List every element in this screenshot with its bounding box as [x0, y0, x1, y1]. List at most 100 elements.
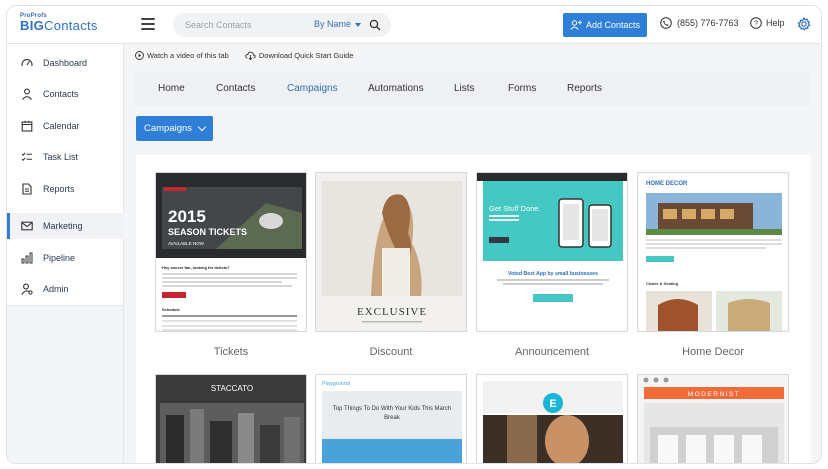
- sidebar-item-pipeline[interactable]: Pipeline: [7, 245, 124, 271]
- gear-icon[interactable]: [797, 17, 811, 31]
- templates-panel: 2015 SEASON TICKETS AVAILABLE NOW Hey so…: [136, 155, 811, 463]
- template-label: Tickets: [213, 346, 249, 358]
- template-label: Discount: [369, 346, 413, 358]
- playground-preview: Playground Top Things To Do With Your Ki…: [316, 375, 466, 463]
- campaigns-dropdown-button[interactable]: Campaigns: [136, 116, 213, 141]
- sidebar-item-dashboard[interactable]: Dashboard: [7, 50, 124, 76]
- staccato-preview: STACCATO: [156, 375, 306, 463]
- sidebar-item-admin[interactable]: Admin: [7, 276, 124, 302]
- logo-big-thin: Contacts: [44, 18, 98, 33]
- tab-home[interactable]: Home: [158, 83, 185, 94]
- sidebar-item-label: Admin: [43, 284, 69, 294]
- help-links: Watch a video of this tab Download Quick…: [135, 51, 354, 60]
- sidebar-item-label: Calendar: [43, 121, 80, 131]
- logo-big-bold: BIG: [20, 18, 45, 33]
- tickets-body-title: Hey soccer fan, looking for tickets?: [162, 265, 230, 270]
- search-mode-dropdown[interactable]: By Name: [314, 19, 362, 29]
- download-guide-label: Download Quick Start Guide: [258, 51, 354, 60]
- sidebar-item-label: Marketing: [43, 221, 83, 231]
- help-label: Help: [766, 18, 785, 28]
- search-bar: By Name: [173, 13, 391, 37]
- template-card-discount[interactable]: EXCLUSIVE: [315, 172, 467, 332]
- sidebar-item-label: Task List: [43, 152, 79, 162]
- sidebar-item-label: Pipeline: [43, 253, 76, 263]
- sidebar-item-label: Contacts: [43, 89, 79, 99]
- help-link[interactable]: ? Help: [750, 17, 785, 29]
- discount-preview: EXCLUSIVE: [316, 173, 466, 331]
- tickets-headline: 2015: [168, 207, 206, 226]
- chevron-down-icon: [197, 122, 207, 132]
- sidebar-item-label: Dashboard: [43, 58, 88, 68]
- marketing-tabs: Home Contacts Campaigns Automations List…: [135, 72, 810, 106]
- search-mode-label: By Name: [314, 19, 352, 29]
- announcement-preview: Get Stuff Done. Voted Best App by small …: [477, 173, 627, 331]
- discount-headline: EXCLUSIVE: [357, 306, 427, 318]
- add-contacts-button[interactable]: Add Contacts: [563, 13, 647, 37]
- campaigns-button-label: Campaigns: [143, 123, 193, 134]
- person-icon: [22, 88, 32, 100]
- search-icon[interactable]: [369, 19, 381, 31]
- modernist-headline: MODERNIST: [688, 391, 741, 398]
- sidebar-item-task-list[interactable]: Task List: [7, 144, 124, 170]
- watch-video-label: Watch a video of this tab: [147, 51, 229, 60]
- app-window: ProProfs BIGContacts By Name Add Contact…: [6, 5, 822, 464]
- envelope-icon: [21, 221, 33, 231]
- template-card-e[interactable]: E: [476, 374, 628, 463]
- download-guide-link[interactable]: Download Quick Start Guide: [245, 51, 354, 60]
- template-card-tickets[interactable]: 2015 SEASON TICKETS AVAILABLE NOW Hey so…: [155, 172, 307, 332]
- phone-icon: [660, 17, 672, 29]
- staccato-headline: STACCATO: [211, 384, 253, 393]
- gauge-icon: [21, 59, 33, 67]
- tab-campaigns[interactable]: Campaigns: [287, 83, 338, 94]
- caret-down-icon: [355, 22, 362, 27]
- sidebar-item-marketing[interactable]: Marketing: [7, 213, 124, 239]
- bar-chart-icon: [21, 252, 33, 264]
- template-label: Home Decor: [682, 346, 744, 358]
- tickets-section: Schedule: [162, 307, 181, 312]
- add-user-icon: [570, 20, 582, 30]
- sidebar: Dashboard Contacts Calendar Task List Re…: [7, 44, 124, 306]
- tab-forms[interactable]: Forms: [508, 83, 536, 94]
- playground-body-title: Top Things To Do With Your Kids This Mar…: [332, 406, 452, 421]
- template-card-playground[interactable]: Playground Top Things To Do With Your Ki…: [315, 374, 467, 463]
- top-bar: ProProfs BIGContacts By Name Add Contact…: [7, 6, 821, 44]
- announcement-body-title: Voted Best App by small businesses: [508, 271, 598, 277]
- help-icon: ?: [750, 17, 762, 29]
- logo[interactable]: ProProfs BIGContacts: [20, 13, 98, 32]
- svg-text:?: ?: [754, 19, 758, 28]
- user-gear-icon: [21, 283, 33, 295]
- cloud-download-icon: [245, 51, 256, 60]
- tab-lists[interactable]: Lists: [454, 83, 475, 94]
- sidebar-item-reports[interactable]: Reports: [7, 176, 124, 202]
- tab-contacts[interactable]: Contacts: [216, 83, 255, 94]
- template-card-modernist[interactable]: MODERNIST: [637, 374, 789, 463]
- tickets-preview: 2015 SEASON TICKETS AVAILABLE NOW Hey so…: [156, 173, 306, 331]
- phone-number: (855) 776-7763: [677, 18, 739, 28]
- tickets-sub: SEASON TICKETS: [168, 227, 247, 237]
- template-card-announcement[interactable]: Get Stuff Done. Voted Best App by small …: [476, 172, 628, 332]
- sidebar-empty-area: [7, 306, 124, 463]
- search-input[interactable]: [185, 18, 305, 32]
- home-decor-section: Chairs & Seating: [646, 281, 679, 286]
- add-contacts-label: Add Contacts: [585, 20, 641, 30]
- home-decor-preview: HOME DECOR Chairs & Seating: [638, 173, 788, 331]
- tab-reports[interactable]: Reports: [567, 83, 602, 94]
- phone-link[interactable]: (855) 776-7763: [660, 17, 739, 29]
- template-card-staccato[interactable]: STACCATO: [155, 374, 307, 463]
- sidebar-item-calendar[interactable]: Calendar: [7, 113, 124, 139]
- e-preview: E: [477, 375, 627, 463]
- watch-video-link[interactable]: Watch a video of this tab: [135, 51, 229, 60]
- sidebar-item-contacts[interactable]: Contacts: [7, 81, 124, 107]
- tab-automations[interactable]: Automations: [368, 83, 424, 94]
- document-icon: [22, 183, 32, 195]
- template-card-home-decor[interactable]: HOME DECOR Chairs & Seating: [637, 172, 789, 332]
- hamburger-menu-icon[interactable]: [141, 18, 155, 30]
- tickets-tag: AVAILABLE NOW: [168, 241, 205, 246]
- sidebar-item-label: Reports: [43, 184, 75, 194]
- logo-text: BIGContacts: [20, 19, 98, 32]
- checklist-icon: [21, 152, 32, 161]
- home-decor-headline: HOME DECOR: [646, 181, 688, 187]
- playground-headline: Playground: [322, 381, 350, 387]
- calendar-icon: [21, 120, 33, 132]
- template-label: Announcement: [515, 346, 589, 358]
